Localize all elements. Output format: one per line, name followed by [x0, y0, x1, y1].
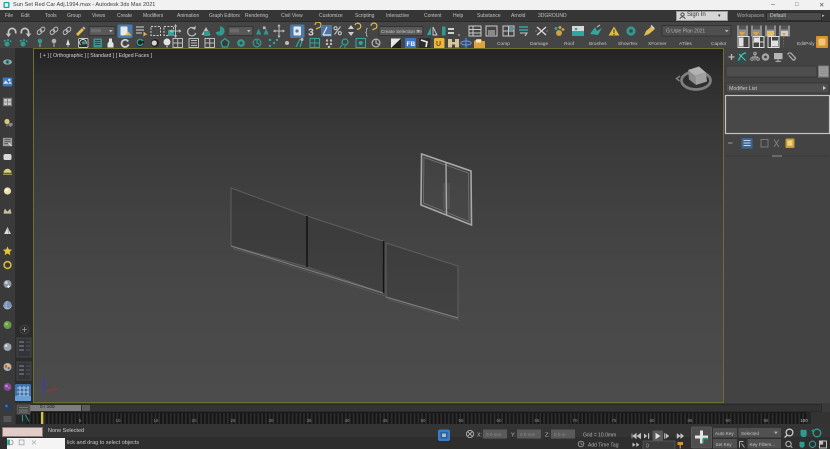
svg-text:55: 55: [459, 418, 464, 423]
svg-text:ShowTex: ShowTex: [618, 41, 638, 47]
svg-text:60: 60: [497, 418, 502, 423]
svg-text:X:: X:: [477, 433, 482, 439]
svg-text:45: 45: [383, 418, 388, 423]
svg-text:Comp: Comp: [497, 41, 510, 47]
svg-text:Modifier List: Modifier List: [729, 86, 758, 92]
svg-text:Auto Key: Auto Key: [715, 431, 734, 436]
svg-text:90: 90: [726, 418, 731, 423]
svg-text:EditPoly: EditPoly: [797, 41, 815, 47]
svg-text:0.0 m: 0.0 m: [554, 432, 566, 437]
svg-text:G:Usle Plan 2021: G:Usle Plan 2021: [666, 29, 705, 35]
svg-text:100: 100: [800, 418, 808, 423]
svg-text:10: 10: [116, 418, 121, 423]
svg-text:FB: FB: [407, 41, 416, 48]
svg-text:20: 20: [192, 418, 197, 423]
svg-text:Add Time Tag: Add Time Tag: [588, 442, 619, 448]
svg-text:0.0 mm: 0.0 mm: [520, 432, 535, 437]
svg-text:95: 95: [764, 418, 769, 423]
svg-text:Brushes: Brushes: [589, 41, 607, 47]
svg-text:{: {: [365, 27, 368, 37]
svg-text:75: 75: [612, 418, 617, 423]
svg-text:0.0 mm: 0.0 mm: [486, 432, 501, 437]
svg-text:30: 30: [269, 418, 274, 423]
svg-text:85: 85: [688, 418, 693, 423]
svg-text:Damage: Damage: [530, 41, 548, 47]
svg-text:Roof: Roof: [564, 41, 575, 47]
svg-text:35: 35: [307, 418, 312, 423]
svg-text:Selected: Selected: [741, 431, 759, 436]
svg-text:Set Key: Set Key: [716, 442, 733, 447]
svg-text:80: 80: [650, 418, 655, 423]
svg-text:0: 0: [646, 443, 649, 449]
svg-text:50: 50: [421, 418, 426, 423]
svg-text:70: 70: [573, 418, 578, 423]
svg-text:Key Filters...: Key Filters...: [750, 442, 776, 447]
svg-text:25: 25: [231, 418, 236, 423]
svg-text:Y:: Y:: [511, 433, 516, 439]
svg-text:Create Selection Se: Create Selection Se: [381, 29, 422, 34]
svg-text:ATiles: ATiles: [679, 41, 692, 47]
svg-text:65: 65: [535, 418, 540, 423]
svg-text:Grid = 10.0mm: Grid = 10.0mm: [583, 432, 616, 438]
svg-text:XFormer: XFormer: [648, 41, 667, 47]
svg-text:40: 40: [345, 418, 350, 423]
svg-text:Capitor: Capitor: [711, 41, 727, 47]
svg-text:U: U: [436, 41, 441, 48]
svg-text:Z:: Z:: [545, 433, 550, 439]
svg-text:15: 15: [154, 418, 159, 423]
